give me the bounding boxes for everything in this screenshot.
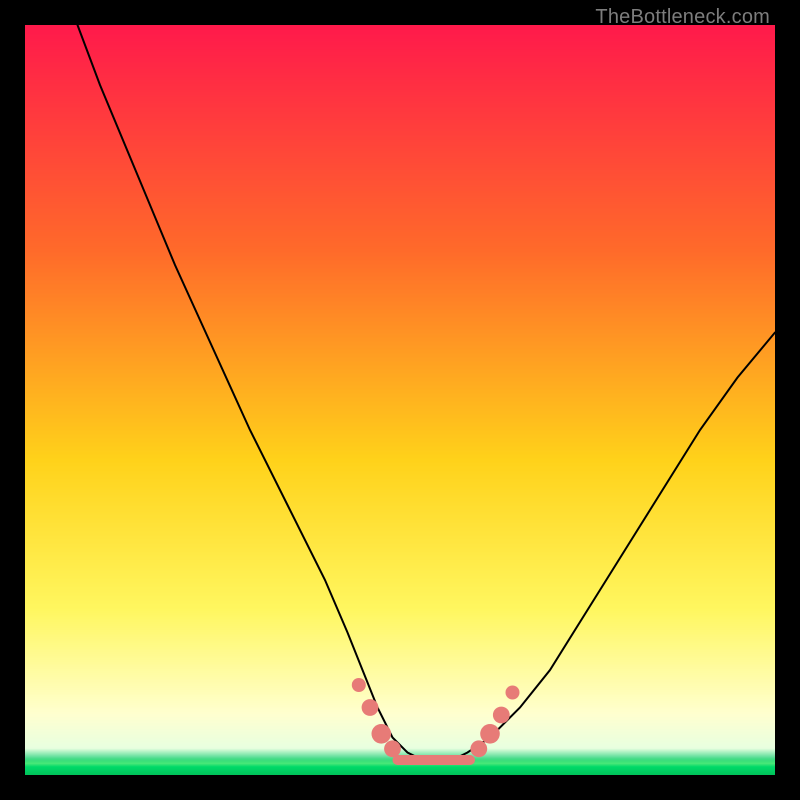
bottleneck-curve (25, 25, 775, 775)
plot-area (25, 25, 775, 775)
watermark-text: TheBottleneck.com (595, 6, 770, 29)
curve-markers (352, 678, 520, 765)
chart-frame: TheBottleneck.com (0, 0, 800, 800)
curve-line (78, 25, 776, 760)
